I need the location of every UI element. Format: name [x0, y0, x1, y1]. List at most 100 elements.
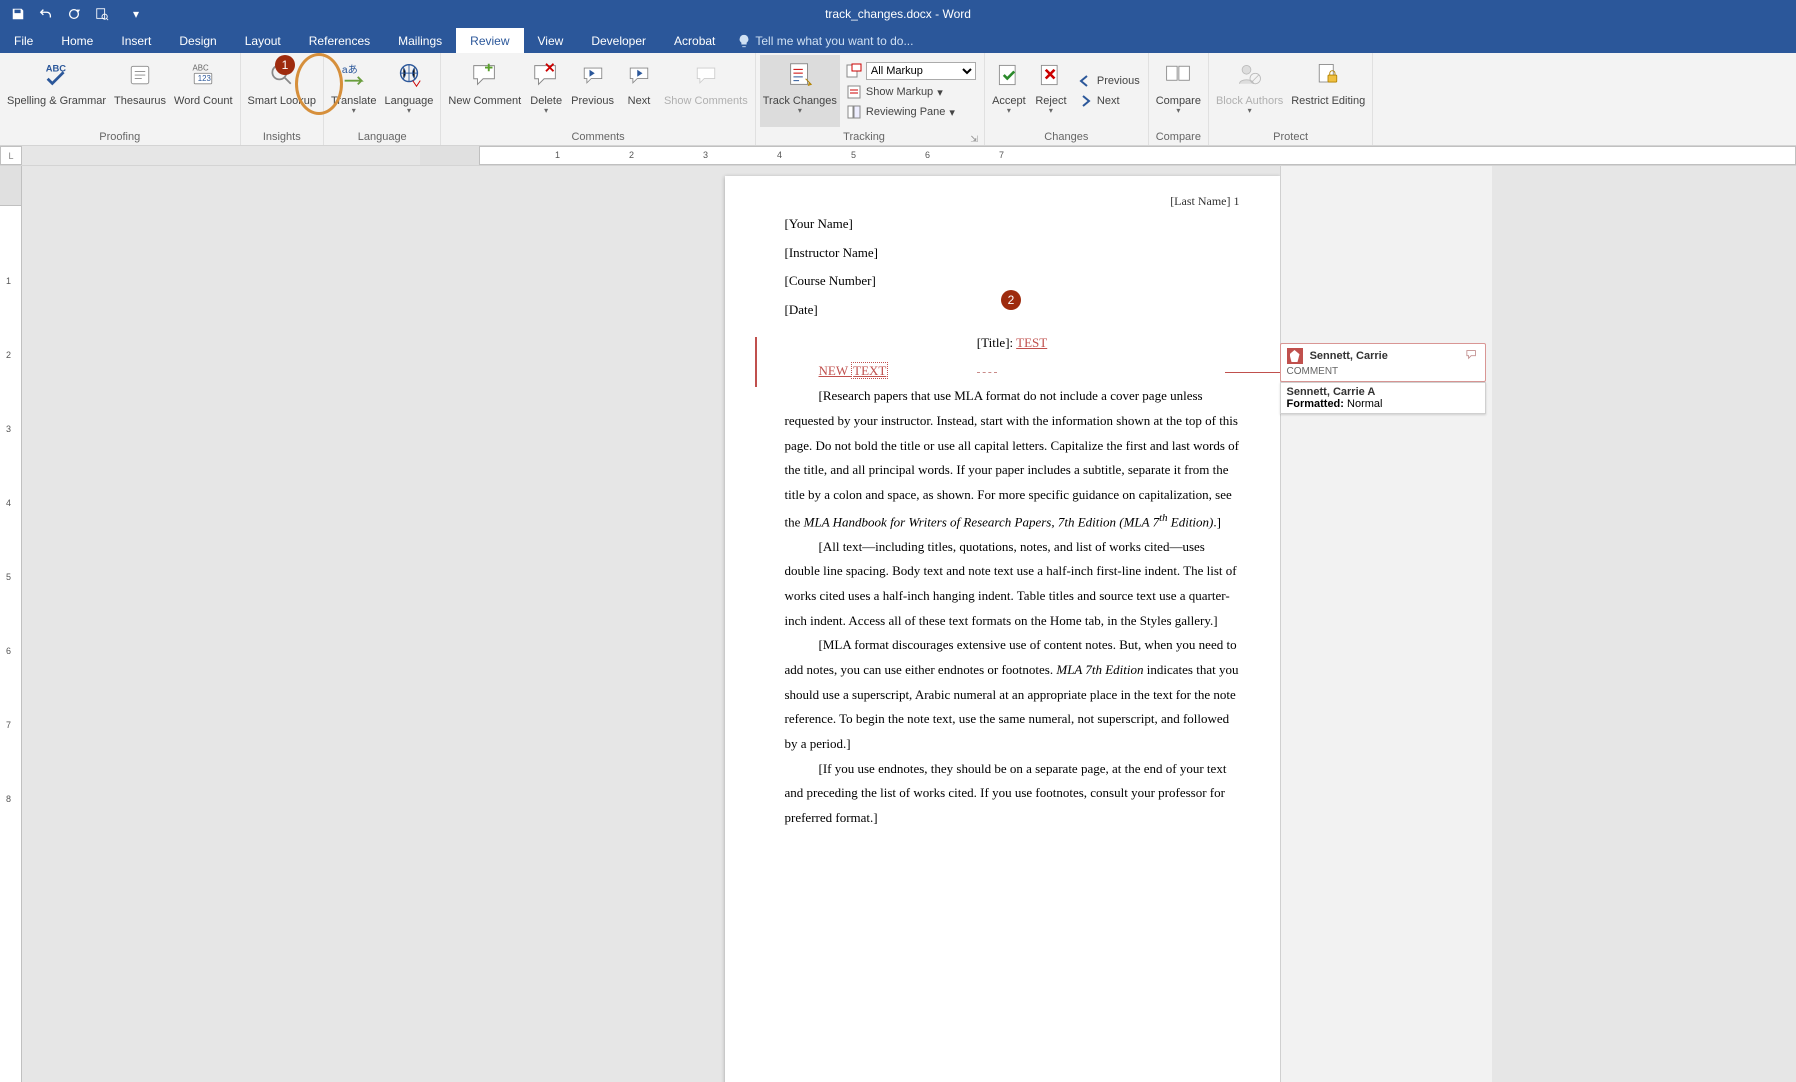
thesaurus-icon: [124, 59, 156, 91]
show-comments-button[interactable]: Show Comments: [661, 55, 751, 127]
next-change-button[interactable]: Next: [1073, 92, 1144, 110]
svg-text:aあ: aあ: [342, 64, 358, 76]
avatar-icon: [1287, 348, 1303, 364]
translate-button[interactable]: aあ Translate ▾: [328, 55, 379, 127]
spelling-grammar-button[interactable]: ABC Spelling & Grammar: [4, 55, 109, 127]
body-para-1: [Research papers that use MLA format do …: [785, 384, 1240, 534]
accept-icon: [993, 59, 1025, 91]
quick-access-toolbar: ▾: [0, 6, 144, 22]
title-bar: ▾ track_changes.docx - Word: [0, 0, 1796, 28]
dropdown-caret-icon: ▾: [1248, 107, 1252, 116]
group-protect: Block Authors ▾ Restrict Editing Protect: [1209, 53, 1373, 145]
compare-button[interactable]: Compare ▾: [1153, 55, 1204, 127]
tab-references[interactable]: References: [295, 28, 384, 53]
tracking-options-stack: All Markup Show Markup ▾ Reviewing Pane …: [842, 55, 980, 127]
thesaurus-button[interactable]: Thesaurus: [111, 55, 169, 127]
print-preview-icon[interactable]: [94, 6, 110, 22]
tab-design[interactable]: Design: [165, 28, 230, 53]
tab-insert[interactable]: Insert: [107, 28, 165, 53]
accept-button[interactable]: Accept ▾: [989, 55, 1029, 127]
group-label-comments: Comments: [445, 129, 750, 145]
track-changes-button[interactable]: Track Changes ▾: [760, 55, 840, 127]
group-label-protect: Protect: [1213, 129, 1368, 145]
previous-comment-icon: [577, 59, 609, 91]
save-icon[interactable]: [10, 6, 26, 22]
dropdown-caret-icon: ▾: [949, 106, 955, 119]
tab-mailings[interactable]: Mailings: [384, 28, 456, 53]
reviewing-pane-icon: [846, 104, 862, 120]
group-tracking: Track Changes ▾ All Markup Show Markup ▾…: [756, 53, 985, 145]
language-icon: [393, 59, 425, 91]
dropdown-caret-icon: ▾: [798, 107, 802, 116]
comment-body: COMMENT: [1287, 366, 1479, 377]
document-area[interactable]: [Last Name] 1 [Your Name] [Instructor Na…: [22, 166, 1796, 1082]
show-markup-dropdown[interactable]: Show Markup ▾: [842, 83, 980, 101]
delete-comment-button[interactable]: Delete ▾: [526, 55, 566, 127]
translate-icon: aあ: [338, 59, 370, 91]
vertical-ruler[interactable]: 12345678: [0, 166, 22, 1082]
restrict-editing-icon: [1312, 59, 1344, 91]
document-page[interactable]: [Last Name] 1 [Your Name] [Instructor Na…: [725, 176, 1280, 1082]
word-count-icon: ABC123: [187, 59, 219, 91]
tab-acrobat[interactable]: Acrobat: [660, 28, 729, 53]
meta-instructor: [Instructor Name]: [785, 241, 1240, 266]
tab-layout[interactable]: Layout: [231, 28, 295, 53]
tab-review[interactable]: Review: [456, 28, 523, 53]
restrict-editing-button[interactable]: Restrict Editing: [1288, 55, 1368, 127]
ribbon-tabs: File Home Insert Design Layout Reference…: [0, 28, 1796, 53]
previous-comment-button[interactable]: Previous: [568, 55, 617, 127]
next-comment-button[interactable]: Next: [619, 55, 659, 127]
body-para-3: [MLA format discourages extensive use of…: [785, 633, 1240, 756]
dropdown-caret-icon: ▾: [1007, 107, 1011, 116]
group-label-language: Language: [328, 129, 436, 145]
tab-file[interactable]: File: [0, 28, 47, 53]
dropdown-caret-icon: ▾: [1176, 107, 1180, 116]
reply-icon[interactable]: [1465, 348, 1479, 360]
qat-dropdown-icon[interactable]: ▾: [128, 6, 144, 22]
comment-connector-dashed: [977, 372, 997, 373]
comment-connector-line: [1225, 372, 1285, 373]
svg-text:ABC: ABC: [45, 63, 66, 73]
comment-balloon[interactable]: Sennett, Carrie COMMENT: [1280, 343, 1486, 382]
new-comment-button[interactable]: New Comment: [445, 55, 524, 127]
markup-mode-select[interactable]: All Markup: [866, 62, 976, 80]
horizontal-ruler[interactable]: 1234567: [420, 146, 1796, 165]
tab-home[interactable]: Home: [47, 28, 107, 53]
track-changes-icon: [784, 59, 816, 91]
horizontal-ruler-area: L 1234567: [0, 146, 1796, 166]
tracked-insert-text-box: TEXT: [851, 362, 888, 379]
show-markup-icon: [846, 84, 862, 100]
group-language: aあ Translate ▾ Language ▾ Language: [324, 53, 441, 145]
block-authors-button[interactable]: Block Authors ▾: [1213, 55, 1286, 127]
spellcheck-icon: ABC: [41, 59, 73, 91]
markup-mode-icon: [846, 63, 862, 79]
word-count-button[interactable]: ABC123 Word Count: [171, 55, 236, 127]
dropdown-caret-icon: ▾: [937, 86, 943, 99]
group-label-tracking: Tracking: [760, 129, 969, 145]
previous-change-button[interactable]: Previous: [1073, 72, 1144, 90]
next-comment-icon: [623, 59, 655, 91]
language-button[interactable]: Language ▾: [381, 55, 436, 127]
reviewing-pane-dropdown[interactable]: Reviewing Pane ▾: [842, 103, 980, 121]
group-comments: New Comment Delete ▾ Previous Next Show …: [441, 53, 755, 145]
tab-view[interactable]: View: [524, 28, 578, 53]
block-authors-icon: [1234, 59, 1266, 91]
markup-mode-dropdown[interactable]: All Markup: [842, 61, 980, 81]
workspace: 12345678 [Last Name] 1 [Your Name] [Inst…: [0, 166, 1796, 1082]
reject-icon: [1035, 59, 1067, 91]
ruler-corner[interactable]: L: [0, 146, 22, 165]
tracking-dialog-launcher[interactable]: ⇲: [968, 134, 980, 145]
changes-nav-stack: Previous Next: [1073, 55, 1144, 127]
format-change-balloon[interactable]: Sennett, Carrie A Formatted: Normal: [1280, 382, 1486, 414]
svg-text:ABC: ABC: [193, 64, 209, 73]
undo-icon[interactable]: [38, 6, 54, 22]
repeat-icon[interactable]: [66, 6, 82, 22]
next-change-icon: [1077, 93, 1093, 109]
annotation-badge-1: 1: [275, 55, 295, 75]
tab-developer[interactable]: Developer: [577, 28, 660, 53]
new-text-line: NEW TEXT: [819, 359, 1240, 384]
group-label-proofing: Proofing: [4, 129, 236, 145]
group-label-compare: Compare: [1153, 129, 1204, 145]
tell-me-search[interactable]: Tell me what you want to do...: [729, 28, 913, 53]
reject-button[interactable]: Reject ▾: [1031, 55, 1071, 127]
